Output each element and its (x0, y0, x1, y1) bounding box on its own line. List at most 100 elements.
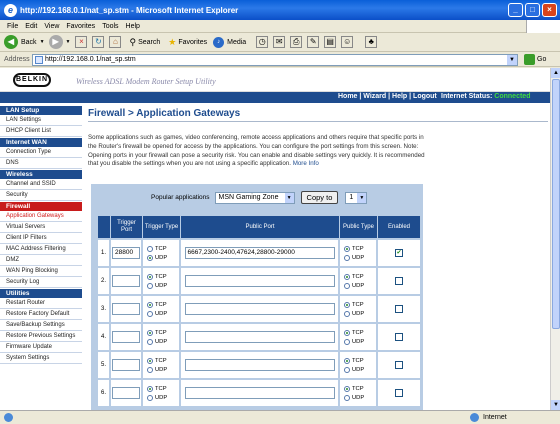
menu-view[interactable]: View (44, 23, 59, 30)
trigger-port-input[interactable] (112, 359, 140, 371)
enabled-checkbox[interactable] (395, 277, 403, 285)
nav-links[interactable]: Home | Wizard | Help | Logout (338, 93, 437, 100)
edit-icon[interactable]: ✎ (307, 36, 320, 48)
radio-udp[interactable]: UDP (147, 253, 167, 262)
refresh-icon[interactable]: ↻ (92, 36, 105, 48)
radio-icon (344, 338, 350, 345)
sidebar-item[interactable]: Restore Factory Default (0, 309, 82, 320)
forward-button[interactable]: ▶ ▼ (48, 35, 70, 49)
vertical-scrollbar[interactable]: ▲ ▼ (550, 68, 560, 410)
trigger-port-input[interactable]: 28800 (112, 247, 140, 259)
radio-tcp[interactable]: TCP (147, 384, 167, 393)
sidebar-item[interactable]: Channel and SSID (0, 179, 82, 190)
radio-udp[interactable]: UDP (147, 309, 167, 318)
radio-tcp[interactable]: TCP (147, 300, 167, 309)
media-button[interactable]: ♪ Media (213, 36, 246, 48)
radio-tcp[interactable]: TCP (147, 356, 167, 365)
chevron-down-icon[interactable]: ▼ (507, 55, 517, 65)
trigger-port-input[interactable] (112, 275, 140, 287)
go-button[interactable]: Go (524, 54, 546, 65)
print-icon[interactable]: ⎙ (290, 36, 303, 48)
scroll-up-icon[interactable]: ▲ (551, 68, 560, 78)
radio-udp[interactable]: UDP (344, 337, 364, 346)
discuss-icon[interactable]: ▤ (324, 36, 337, 48)
radio-udp[interactable]: UDP (147, 365, 167, 374)
radio-tcp[interactable]: TCP (344, 300, 364, 309)
stop-icon[interactable]: × (75, 36, 88, 48)
radio-tcp[interactable]: TCP (344, 244, 364, 253)
menu-file[interactable]: File (7, 23, 18, 30)
sidebar-item[interactable]: System Settings (0, 353, 82, 364)
search-button[interactable]: ⚲ Search (129, 37, 160, 48)
menu-help[interactable]: Help (126, 23, 140, 30)
sidebar-item[interactable]: Restart Router (0, 298, 82, 309)
sidebar-item[interactable]: Security (0, 190, 82, 201)
radio-udp[interactable]: UDP (344, 253, 364, 262)
radio-tcp[interactable]: TCP (147, 244, 167, 253)
minimize-button[interactable]: _ (508, 3, 523, 17)
trigger-port-input[interactable] (112, 303, 140, 315)
enabled-checkbox[interactable] (395, 305, 403, 313)
history-icon[interactable]: ◷ (256, 36, 269, 48)
enabled-checkbox[interactable] (395, 361, 403, 369)
radio-tcp[interactable]: TCP (344, 328, 364, 337)
radio-udp[interactable]: UDP (344, 393, 364, 402)
public-port-input[interactable] (184, 303, 335, 315)
menu-edit[interactable]: Edit (25, 23, 37, 30)
sidebar-item[interactable]: WAN Ping Blocking (0, 266, 82, 277)
address-label: Address (4, 56, 30, 63)
public-port-input[interactable] (184, 331, 335, 343)
copy-to-button[interactable]: Copy to (300, 191, 339, 204)
public-port-input[interactable] (184, 359, 335, 371)
sidebar-item[interactable]: Save/Backup Settings (0, 320, 82, 331)
public-port-input[interactable] (184, 275, 335, 287)
sidebar-item[interactable]: MAC Address Filtering (0, 244, 82, 255)
research-icon[interactable]: ♣ (365, 36, 378, 48)
enabled-checkbox[interactable]: ✔ (395, 249, 403, 257)
more-info-link[interactable]: More Info (293, 160, 319, 167)
home-icon[interactable]: ⌂ (109, 36, 122, 48)
sidebar-item[interactable]: Firmware Update (0, 342, 82, 353)
sidebar-item[interactable]: Connection Type (0, 147, 82, 158)
col-trigger-port: Trigger Port (111, 216, 143, 238)
radio-udp[interactable]: UDP (147, 281, 167, 290)
radio-tcp[interactable]: TCP (147, 328, 167, 337)
enabled-checkbox[interactable] (395, 333, 403, 341)
favorites-button[interactable]: ★ Favorites (168, 37, 207, 48)
sidebar-item[interactable]: Application Gateways (0, 211, 82, 222)
radio-udp[interactable]: UDP (147, 393, 167, 402)
close-button[interactable]: × (542, 3, 557, 17)
enabled-checkbox[interactable] (395, 389, 403, 397)
sidebar-item[interactable]: DNS (0, 158, 82, 169)
radio-udp[interactable]: UDP (147, 337, 167, 346)
sidebar-item[interactable]: Virtual Servers (0, 222, 82, 233)
menu-tools[interactable]: Tools (102, 23, 118, 30)
mail-icon[interactable]: ✉ (273, 36, 286, 48)
sidebar-item[interactable]: Client IP Filters (0, 233, 82, 244)
trigger-port-input[interactable] (112, 331, 140, 343)
maximize-button[interactable]: □ (525, 3, 540, 17)
sidebar-item[interactable]: DMZ (0, 255, 82, 266)
radio-udp[interactable]: UDP (344, 281, 364, 290)
address-input[interactable]: http://192.168.0.1/nat_sp.stm ▼ (32, 54, 518, 66)
radio-tcp[interactable]: TCP (147, 272, 167, 281)
back-button[interactable]: ◀ Back ▼ (4, 35, 45, 49)
sidebar-item[interactable]: Security Log (0, 277, 82, 288)
scroll-down-icon[interactable]: ▼ (551, 400, 560, 410)
sidebar-item[interactable]: DHCP Client List (0, 126, 82, 137)
radio-tcp[interactable]: TCP (344, 384, 364, 393)
public-port-input[interactable] (184, 387, 335, 399)
radio-udp[interactable]: UDP (344, 309, 364, 318)
radio-udp[interactable]: UDP (344, 365, 364, 374)
sidebar-item[interactable]: Restore Previous Settings (0, 331, 82, 342)
menu-favorites[interactable]: Favorites (66, 23, 95, 30)
copy-target-select[interactable]: 1 ▼ (345, 191, 368, 204)
popular-apps-select[interactable]: MSN Gaming Zone ▼ (214, 191, 295, 204)
radio-tcp[interactable]: TCP (344, 356, 364, 365)
radio-tcp[interactable]: TCP (344, 272, 364, 281)
messenger-icon[interactable]: ☺ (341, 36, 354, 48)
public-port-input[interactable]: 6667,2300-2400,47624,28800-29000 (184, 247, 335, 259)
trigger-port-input[interactable] (112, 387, 140, 399)
sidebar-item[interactable]: LAN Settings (0, 115, 82, 126)
scroll-thumb[interactable] (552, 79, 560, 329)
